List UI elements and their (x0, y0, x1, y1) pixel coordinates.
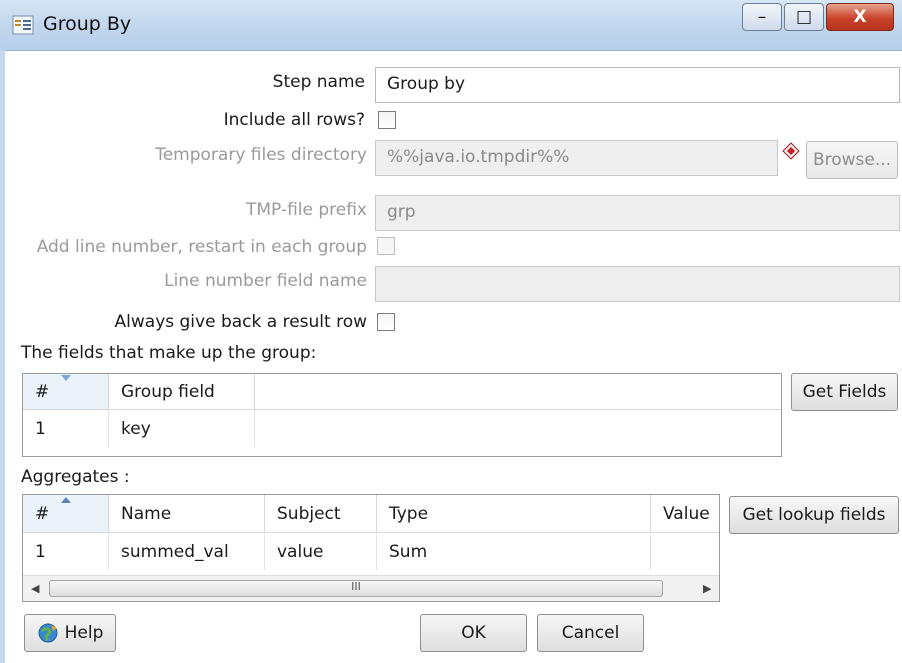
get-lookup-fields-button[interactable]: Get lookup fields (729, 496, 899, 534)
group-fields-heading: The fields that make up the group: (21, 343, 317, 363)
close-button[interactable]: X (826, 3, 894, 31)
window-border (0, 50, 5, 663)
group-fields-table: # Group field 1 key (22, 373, 782, 457)
aggregate-name-cell[interactable]: summed_val (109, 534, 265, 570)
group-field-cell[interactable]: key (109, 411, 255, 447)
sort-up-icon (61, 497, 71, 503)
group-by-dialog: Group By – □ X Step name Group by Includ… (0, 0, 902, 663)
scroll-right-icon[interactable]: ▶ (703, 582, 711, 595)
column-header-type[interactable]: Type (377, 495, 651, 533)
sort-down-icon (61, 375, 71, 381)
help-label: Help (64, 623, 104, 643)
include-all-rows-label: Include all rows? (223, 110, 365, 130)
add-line-number-checkbox[interactable] (377, 237, 395, 255)
scrollbar-thumb[interactable]: III (49, 580, 663, 597)
group-by-icon (12, 15, 34, 35)
aggregate-subject-cell[interactable]: value (265, 534, 377, 570)
line-number-field-label: Line number field name (164, 271, 367, 291)
maximize-button[interactable]: □ (784, 3, 824, 31)
help-button[interactable]: Help (24, 614, 116, 652)
temp-dir-input[interactable]: %%java.io.tmpdir%% (375, 140, 778, 176)
table-row-number[interactable]: 1 (23, 411, 109, 447)
aggregate-value-cell[interactable] (651, 534, 719, 570)
step-name-label: Step name (272, 72, 365, 92)
tmp-prefix-label: TMP-file prefix (246, 200, 367, 220)
window-title: Group By (43, 13, 132, 35)
variable-diamond-icon[interactable] (782, 142, 800, 160)
column-header-group-field[interactable]: Group field (109, 374, 255, 410)
include-all-rows-checkbox[interactable] (378, 111, 396, 129)
scroll-left-icon[interactable]: ◀ (31, 582, 39, 595)
aggregates-table: # Name Subject Type Value 1 summed_val v… (22, 494, 720, 602)
temp-dir-label: Temporary files directory (155, 145, 367, 165)
table-row-filler (255, 411, 781, 447)
aggregates-heading: Aggregates : (21, 467, 130, 487)
add-line-number-label: Add line number, restart in each group (36, 237, 367, 257)
column-header-name[interactable]: Name (109, 495, 265, 533)
tmp-prefix-input[interactable]: grp (375, 195, 900, 231)
column-header-subject[interactable]: Subject (265, 495, 377, 533)
title-bar: Group By – □ X (0, 0, 902, 51)
cancel-button[interactable]: Cancel (537, 614, 644, 652)
scroll-grip-icon: III (351, 580, 361, 593)
minimize-button[interactable]: – (742, 3, 782, 31)
get-fields-button[interactable]: Get Fields (791, 373, 898, 411)
browse-button[interactable]: Browse... (806, 141, 898, 179)
help-globe-icon (38, 623, 58, 643)
step-name-input[interactable]: Group by (375, 67, 900, 103)
ok-button[interactable]: OK (420, 614, 527, 652)
column-header-empty (255, 374, 781, 410)
maximize-icon: □ (795, 7, 813, 27)
close-icon: X (853, 7, 867, 27)
always-result-row-label: Always give back a result row (114, 312, 367, 332)
column-header-value[interactable]: Value (651, 495, 719, 533)
always-result-row-checkbox[interactable] (377, 313, 395, 331)
line-number-field-input[interactable] (375, 266, 900, 302)
horizontal-scrollbar[interactable]: ◀ III ▶ (23, 575, 719, 601)
table-row-number[interactable]: 1 (23, 534, 109, 570)
aggregate-type-cell[interactable]: Sum (377, 534, 651, 570)
minimize-icon: – (757, 7, 767, 27)
